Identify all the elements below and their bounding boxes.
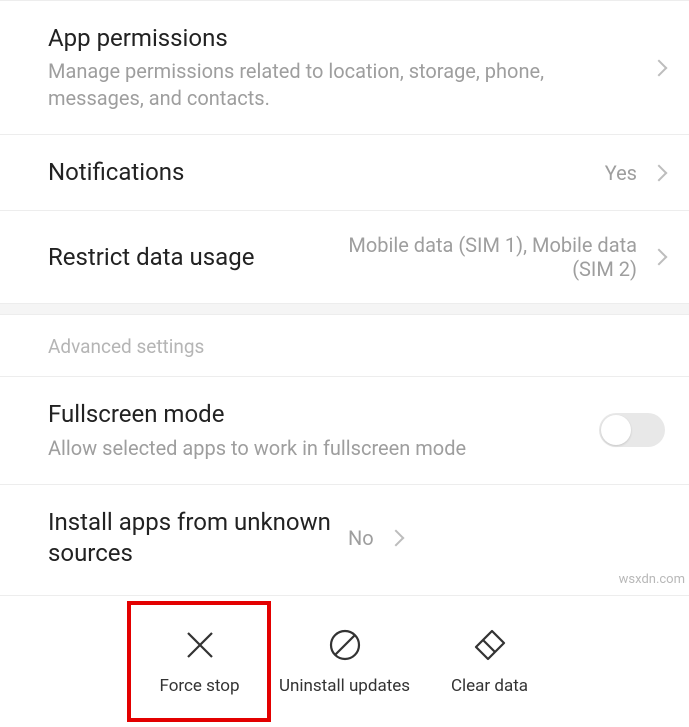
item-value: Yes: [605, 161, 637, 185]
item-content: Restrict data usage: [48, 242, 327, 273]
item-content: App permissions Manage permissions relat…: [48, 23, 643, 112]
eraser-icon: [472, 627, 508, 663]
advanced-settings-header: Advanced settings: [0, 315, 689, 377]
prohibit-icon: [327, 627, 363, 663]
force-stop-button[interactable]: Force stop: [127, 607, 272, 717]
item-subtitle: Manage permissions related to location, …: [48, 58, 643, 112]
fullscreen-toggle[interactable]: [599, 413, 665, 447]
item-content: Install apps from unknown sources: [48, 507, 348, 569]
action-label: Uninstall updates: [279, 676, 410, 696]
watermark: wsxdn.com: [619, 572, 685, 587]
item-title: Notifications: [48, 157, 605, 188]
chevron-right-icon: [387, 529, 404, 546]
restrict-data-item[interactable]: Restrict data usage Mobile data (SIM 1),…: [0, 211, 689, 303]
item-title: App permissions: [48, 23, 643, 54]
uninstall-updates-button[interactable]: Uninstall updates: [272, 607, 417, 717]
chevron-right-icon: [651, 59, 668, 76]
notifications-item[interactable]: Notifications Yes: [0, 135, 689, 211]
bottom-action-bar: Force stop Uninstall updates Clear data: [0, 595, 689, 727]
close-icon: [182, 627, 218, 663]
chevron-right-icon: [651, 164, 668, 181]
settings-list: App permissions Manage permissions relat…: [0, 0, 689, 595]
item-value: No: [348, 526, 374, 550]
chevron-right-icon: [651, 249, 668, 266]
action-label: Force stop: [159, 676, 239, 696]
action-label: Clear data: [451, 676, 528, 696]
item-title: Fullscreen mode: [48, 399, 599, 430]
item-content: Notifications: [48, 157, 605, 188]
unknown-sources-item[interactable]: Install apps from unknown sources No: [0, 485, 689, 591]
item-title: Install apps from unknown sources: [48, 507, 348, 569]
item-title: Restrict data usage: [48, 242, 327, 273]
item-value: Mobile data (SIM 1), Mobile data (SIM 2): [327, 233, 637, 281]
item-subtitle: Allow selected apps to work in fullscree…: [48, 435, 599, 462]
fullscreen-mode-item[interactable]: Fullscreen mode Allow selected apps to w…: [0, 377, 689, 484]
clear-data-button[interactable]: Clear data: [417, 607, 562, 717]
section-divider: [0, 303, 689, 315]
app-permissions-item[interactable]: App permissions Manage permissions relat…: [0, 0, 689, 135]
item-content: Fullscreen mode Allow selected apps to w…: [48, 399, 599, 461]
